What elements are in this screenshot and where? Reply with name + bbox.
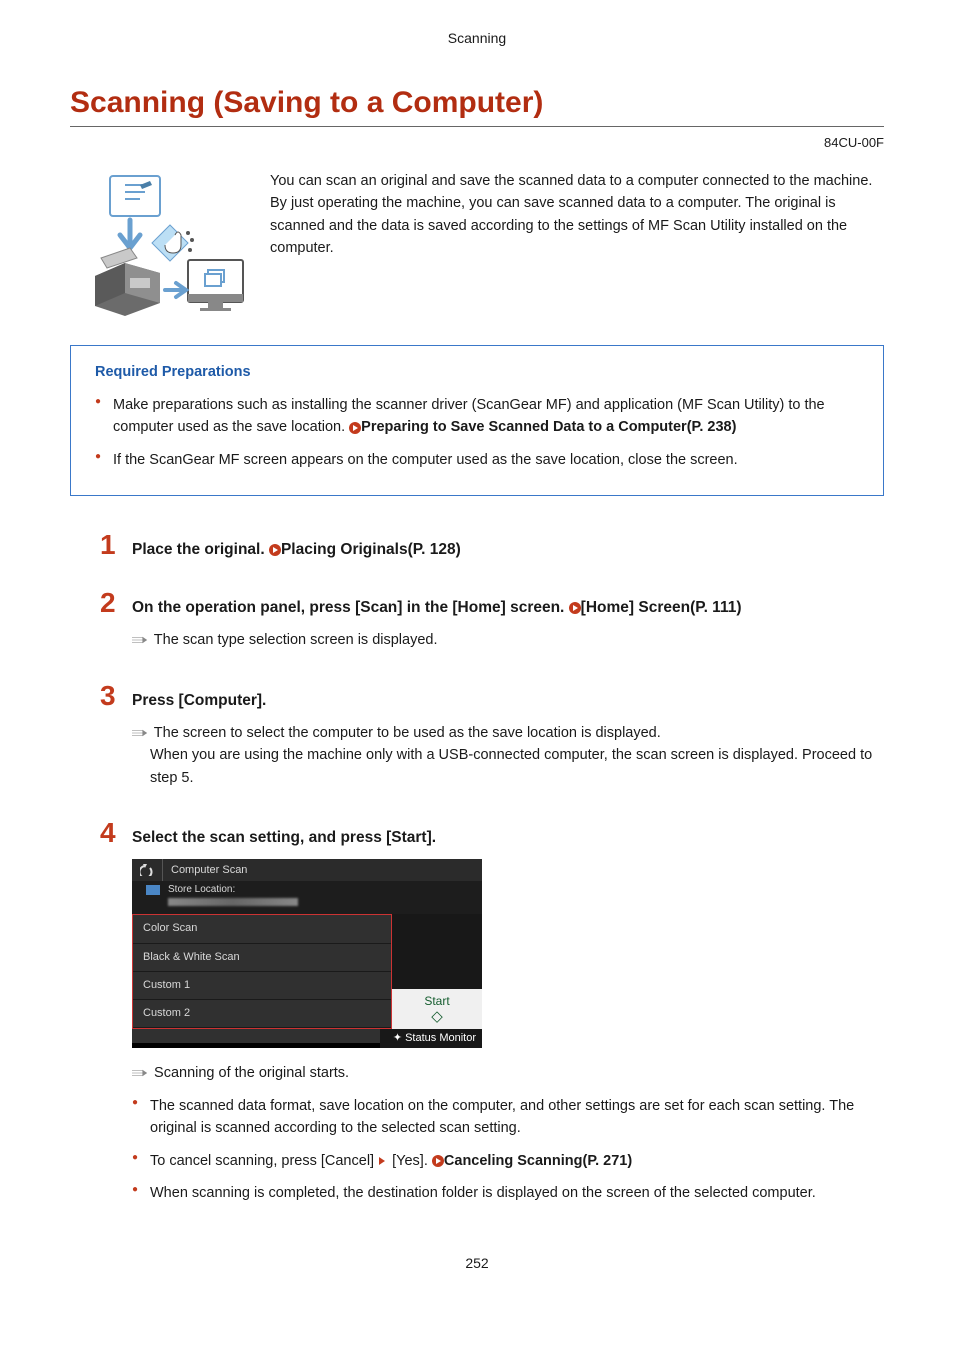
result-arrow-icon <box>132 629 150 651</box>
step-3: 3 Press [Computer]. The screen to select… <box>100 682 884 789</box>
step-title: Select the scan setting, and press [Star… <box>132 829 436 847</box>
status-monitor-button[interactable]: ✦Status Monitor <box>380 1029 482 1048</box>
step-number: 3 <box>100 682 120 710</box>
prep-text: If the ScanGear MF screen appears on the… <box>113 452 738 468</box>
scan-option[interactable]: Black & White Scan <box>133 944 391 972</box>
back-icon[interactable] <box>132 859 163 881</box>
scan-option[interactable]: Custom 2 <box>133 1000 391 1028</box>
page-number: 252 <box>70 1255 884 1271</box>
start-button[interactable]: Start ◇ <box>392 989 482 1029</box>
scan-option[interactable]: Custom 1 <box>133 972 391 1000</box>
step-title: Place the original. Placing Originals(P.… <box>132 541 461 559</box>
scan-type-list: Color Scan Black & White Scan Custom 1 C… <box>132 914 392 1029</box>
step-result: Scanning of the original starts. <box>154 1065 349 1081</box>
step-title: On the operation panel, press [Scan] in … <box>132 599 742 617</box>
step-result-line: When you are using the machine only with… <box>150 744 884 789</box>
link-icon <box>269 541 281 559</box>
step-title: Press [Computer]. <box>132 692 266 710</box>
cross-reference-link[interactable]: [Home] Screen(P. 111) <box>581 599 742 616</box>
link-icon <box>569 599 581 617</box>
note-item: To cancel scanning, press [Cancel] [Yes]… <box>132 1150 884 1172</box>
required-preparations-title: Required Preparations <box>95 364 859 380</box>
cross-reference-link[interactable]: Canceling Scanning(P. 271) <box>444 1153 632 1169</box>
start-diamond-icon: ◇ <box>392 1008 482 1026</box>
scrollbar-area[interactable] <box>132 1029 380 1043</box>
intro-text: You can scan an original and save the sc… <box>270 170 884 320</box>
intro-illustration <box>70 170 250 320</box>
note-item: When scanning is completed, the destinat… <box>132 1182 884 1204</box>
link-icon <box>349 416 361 438</box>
store-location-row: Store Location: <box>132 881 482 914</box>
prep-item: Make preparations such as installing the… <box>95 394 859 439</box>
result-arrow-icon <box>132 1062 150 1084</box>
device-screen-mock: Computer Scan Store Location: Color Scan… <box>132 859 482 1048</box>
blurred-text <box>168 898 298 906</box>
step-number: 2 <box>100 589 120 617</box>
doc-id: 84CU-00F <box>70 135 884 150</box>
gear-icon: ✦ <box>393 1032 402 1045</box>
note-item: The scanned data format, save location o… <box>132 1095 884 1140</box>
step-result-line: The screen to select the computer to be … <box>154 725 661 741</box>
step-number: 4 <box>100 819 120 847</box>
link-icon <box>432 1150 444 1172</box>
cross-reference-link[interactable]: Placing Originals(P. 128) <box>281 541 461 558</box>
prep-item: If the ScanGear MF screen appears on the… <box>95 449 859 471</box>
section-header: Scanning <box>70 30 884 46</box>
step-2: 2 On the operation panel, press [Scan] i… <box>100 589 884 652</box>
required-preparations-box: Required Preparations Make preparations … <box>70 345 884 496</box>
scan-option[interactable]: Color Scan <box>133 915 391 943</box>
cross-reference-link[interactable]: Preparing to Save Scanned Data to a Comp… <box>361 419 736 435</box>
triangle-icon <box>378 1150 388 1172</box>
step-result: The scan type selection screen is displa… <box>154 632 438 648</box>
result-arrow-icon <box>132 722 150 744</box>
page-title: Scanning (Saving to a Computer) <box>70 86 884 127</box>
step-4: 4 Select the scan setting, and press [St… <box>100 819 884 1204</box>
step-number: 1 <box>100 531 120 559</box>
step-1: 1 Place the original. Placing Originals(… <box>100 531 884 559</box>
panel-title: Computer Scan <box>163 864 247 877</box>
